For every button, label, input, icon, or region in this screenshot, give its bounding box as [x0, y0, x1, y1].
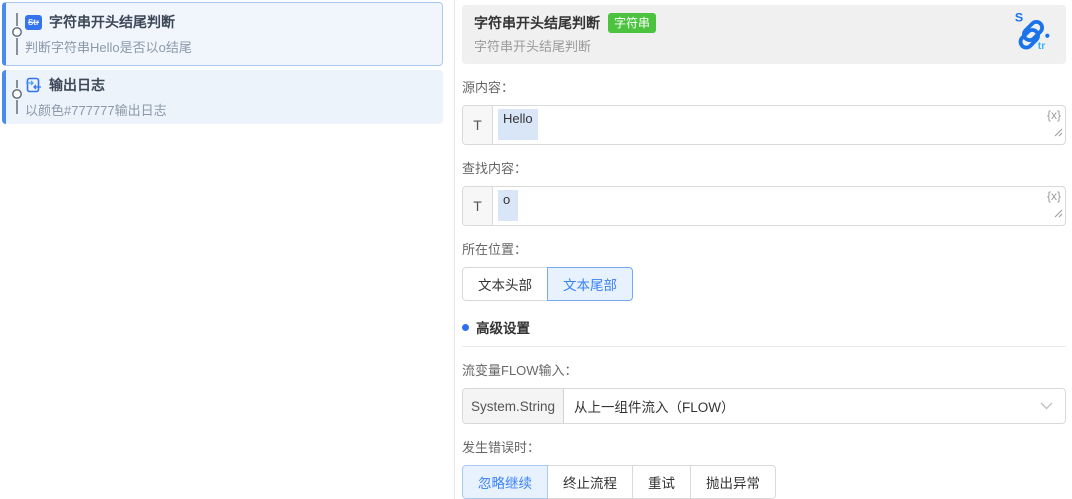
- on-error-label: 发生错误时：: [462, 440, 541, 455]
- flow-input-value: 从上一组件流入（FLOW）: [574, 400, 735, 415]
- source-content-field: T Hello {x}: [462, 105, 1066, 145]
- flow-input-select[interactable]: System.String 从上一组件流入（FLOW）: [462, 388, 1066, 424]
- chevron-down-icon: [1040, 402, 1053, 410]
- flow-step-list: Str 字符串开头结尾判断 判断字符串Hello是否以o结尾 输出日志 以颜色#…: [0, 0, 455, 499]
- flow-step-string-check[interactable]: Str 字符串开头结尾判断 判断字符串Hello是否以o结尾: [2, 2, 443, 66]
- on-error-segmented-control: 忽略继续 终止流程 重试 抛出异常: [462, 465, 776, 499]
- position-option-head[interactable]: 文本头部: [462, 267, 548, 301]
- search-value-token[interactable]: o: [498, 190, 518, 221]
- search-type-toggle-button[interactable]: T: [463, 187, 493, 225]
- app-window: Str 字符串开头结尾判断 判断字符串Hello是否以o结尾 输出日志 以颜色#…: [0, 0, 1072, 499]
- flow-step-subtitle: 判断字符串Hello是否以o结尾: [25, 40, 192, 55]
- svg-text:tr: tr: [1038, 40, 1046, 52]
- flow-input-type: System.String: [463, 389, 565, 423]
- insert-variable-button[interactable]: {x}: [1047, 189, 1061, 203]
- flow-step-title: 输出日志: [49, 77, 105, 93]
- error-option-ignore-continue[interactable]: 忽略继续: [462, 465, 548, 499]
- component-title: 字符串开头结尾判断: [474, 14, 600, 31]
- source-content-input[interactable]: Hello: [493, 106, 1065, 144]
- search-content-field: T o {x}: [462, 186, 1066, 226]
- source-value-token[interactable]: Hello: [498, 109, 538, 140]
- resize-handle-icon[interactable]: [1054, 124, 1063, 142]
- advanced-settings-section: 高级设置: [462, 317, 1066, 337]
- flow-step-subtitle: 以颜色#777777输出日志: [25, 103, 167, 118]
- source-content-label: 源内容：: [462, 80, 515, 95]
- error-option-stop-flow[interactable]: 终止流程: [547, 465, 633, 499]
- log-output-icon: [25, 77, 42, 93]
- search-content-label: 查找内容：: [462, 161, 528, 176]
- source-type-toggle-button[interactable]: T: [463, 106, 493, 144]
- position-segmented-control: 文本头部 文本尾部: [462, 267, 633, 301]
- flow-step-title: 字符串开头结尾判断: [49, 14, 175, 30]
- insert-variable-button[interactable]: {x}: [1047, 108, 1061, 122]
- string-component-icon: Str: [25, 14, 42, 30]
- section-dot-icon: [462, 323, 469, 331]
- flow-input-label: 流变量FLOW输入：: [462, 363, 578, 378]
- svg-text:S: S: [1015, 10, 1023, 24]
- error-option-retry[interactable]: 重试: [632, 465, 691, 499]
- section-divider: [462, 346, 1066, 347]
- advanced-settings-title: 高级设置: [476, 321, 530, 336]
- str-logo-icon: S tr: [1012, 10, 1054, 57]
- search-content-input[interactable]: o: [493, 187, 1065, 225]
- flow-node-connector-icon: [9, 80, 25, 114]
- property-panel: 字符串开头结尾判断 字符串 字符串开头结尾判断 S tr 源内容： T Hell…: [455, 0, 1072, 499]
- component-subtitle: 字符串开头结尾判断: [474, 38, 592, 54]
- error-option-throw-exception[interactable]: 抛出异常: [690, 465, 776, 499]
- position-option-tail[interactable]: 文本尾部: [547, 267, 633, 301]
- flow-step-log-output[interactable]: 输出日志 以颜色#777777输出日志: [2, 70, 443, 124]
- category-badge: 字符串: [608, 12, 657, 33]
- resize-handle-icon[interactable]: [1054, 205, 1063, 223]
- component-header: 字符串开头结尾判断 字符串 字符串开头结尾判断 S tr: [462, 5, 1066, 64]
- flow-node-connector-icon: [9, 13, 25, 55]
- position-label: 所在位置：: [462, 242, 528, 257]
